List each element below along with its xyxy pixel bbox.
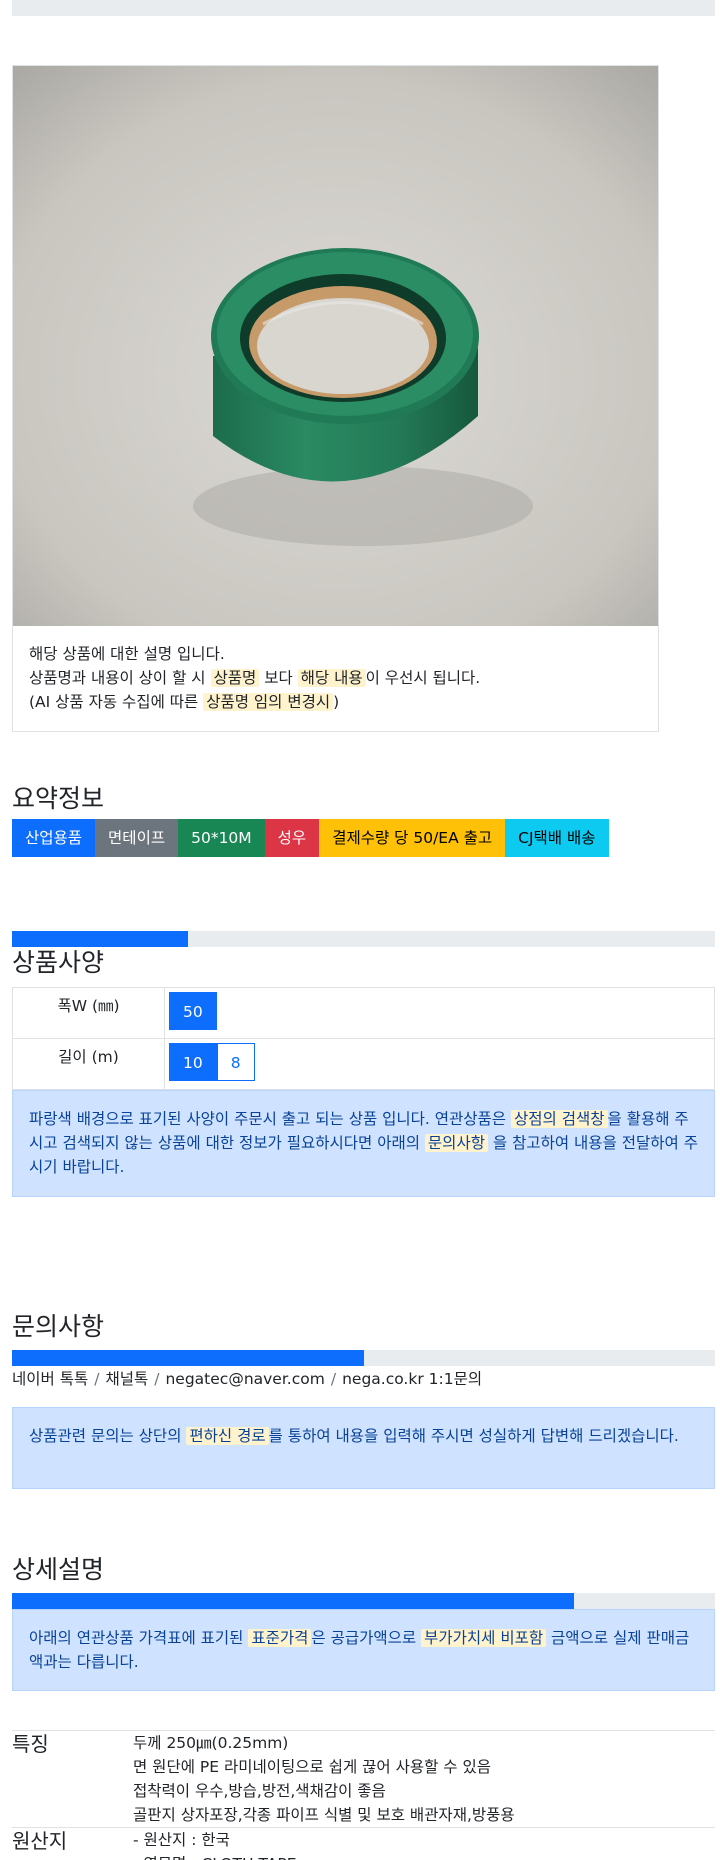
link-channel-talk[interactable]: 채널톡 bbox=[105, 1370, 148, 1388]
feature-row: 특징 두께 250㎛(0.25mm) 면 원단에 PE 라미네이팅으로 쉽게 끊… bbox=[12, 1730, 715, 1828]
link-site-inquiry[interactable]: nega.co.kr 1:1문의 bbox=[342, 1370, 482, 1388]
highlight-store-search: 상점의 검색창 bbox=[511, 1110, 608, 1128]
highlight-vat-excluded: 부가가치세 비포함 bbox=[421, 1629, 547, 1647]
inquiry-progress bbox=[12, 1350, 715, 1366]
highlight-convenient-route: 편하신 경로 bbox=[186, 1427, 269, 1445]
spec-option-width-50[interactable]: 50 bbox=[169, 992, 217, 1030]
inquiry-links: 네이버 톡톡 / 채널톡 / negatec@naver.com / nega.co.kr … bbox=[12, 1370, 483, 1388]
detail-alert: 아래의 연관상품 가격표에 표기된 표준가격 은 공급가액으로 부가가치세 비포함… bbox=[12, 1609, 715, 1691]
notice-line-3: (AI 상품 자동 수집에 따른 상품명 임의 변경시) bbox=[29, 693, 340, 711]
badge-delivery: CJ택배 배송 bbox=[505, 819, 609, 857]
specs-progress bbox=[12, 931, 715, 947]
origin-line-2: - 영문명 : CLOTH TAPE bbox=[133, 1852, 715, 1860]
feature-line-4: 골판지 상자포장,각종 파이프 식별 및 보호 배관자재,방풍용 bbox=[133, 1806, 515, 1824]
summary-badges: 산업용품 면테이프 50*10M 성우 결제수량 당 50/EA 출고 CJ택배… bbox=[12, 819, 609, 857]
specs-title: 상품사양 bbox=[12, 948, 105, 977]
highlight-product-name: 상품명 bbox=[210, 669, 260, 687]
notice-line-2: 상품명과 내용이 상이 할 시 상품명 보다 해당 내용 이 우선시 됩니다. bbox=[29, 669, 481, 687]
inquiry-progress-fill bbox=[12, 1350, 364, 1366]
inquiry-alert: 상품관련 문의는 상단의 편하신 경로 를 통하여 내용을 입력해 주시면 성실하… bbox=[12, 1407, 715, 1489]
link-email[interactable]: negatec@naver.com bbox=[165, 1370, 324, 1388]
top-progress-bar bbox=[12, 0, 715, 16]
badge-brand: 성우 bbox=[264, 819, 320, 857]
spec-label-length: 길이 (m) bbox=[12, 1038, 165, 1090]
feature-values: 두께 250㎛(0.25mm) 면 원단에 PE 라미네이팅으로 쉽게 끊어 사… bbox=[133, 1730, 715, 1828]
link-naver-talktalk[interactable]: 네이버 톡톡 bbox=[12, 1370, 88, 1388]
feature-label: 특징 bbox=[12, 1730, 133, 1828]
origin-values: - 원산지 : 한국 - 영문명 : CLOTH TAPE bbox=[133, 1827, 715, 1860]
highlight-inquiry: 문의사항 bbox=[424, 1134, 488, 1152]
badge-shipping-qty: 결제수량 당 50/EA 출고 bbox=[319, 819, 506, 857]
product-image bbox=[13, 66, 658, 626]
origin-line-1: - 원산지 : 한국 bbox=[133, 1831, 230, 1849]
specs-alert: 파랑색 배경으로 표기된 사양이 주문시 출고 되는 상품 입니다. 연관상품은… bbox=[12, 1090, 715, 1197]
origin-row: 원산지 - 원산지 : 한국 - 영문명 : CLOTH TAPE bbox=[12, 1827, 715, 1860]
spec-row-length: 길이 (m) 10 8 bbox=[12, 1038, 715, 1090]
badge-category: 산업용품 bbox=[12, 819, 96, 857]
summary-title: 요약정보 bbox=[12, 784, 105, 813]
notice-line-1: 해당 상품에 대한 설명 입니다. bbox=[29, 645, 225, 663]
origin-label: 원산지 bbox=[12, 1827, 133, 1860]
spec-option-length-10[interactable]: 10 bbox=[169, 1043, 217, 1081]
feature-line-1: 두께 250㎛(0.25mm) bbox=[133, 1734, 289, 1752]
product-card: 해당 상품에 대한 설명 입니다. 상품명과 내용이 상이 할 시 상품명 보다… bbox=[12, 65, 659, 732]
inquiry-title: 문의사항 bbox=[12, 1312, 105, 1341]
badge-type: 면테이프 bbox=[95, 819, 179, 857]
feature-line-3: 접착력이 우수,방습,방전,색채감이 좋음 bbox=[133, 1782, 386, 1800]
detail-progress-fill bbox=[12, 1593, 575, 1609]
spec-option-length-8[interactable]: 8 bbox=[216, 1043, 255, 1081]
highlight-name-change: 상품명 임의 변경시 bbox=[203, 693, 334, 711]
highlight-content: 해당 내용 bbox=[297, 669, 366, 687]
feature-table: 특징 두께 250㎛(0.25mm) 면 원단에 PE 라미네이팅으로 쉽게 끊… bbox=[12, 1730, 715, 1860]
spec-row-width: 폭W (㎜) 50 bbox=[12, 987, 715, 1039]
detail-progress bbox=[12, 1593, 715, 1609]
highlight-standard-price: 표준가격 bbox=[248, 1629, 312, 1647]
spec-label-width: 폭W (㎜) bbox=[12, 987, 165, 1039]
detail-title: 상세설명 bbox=[12, 1555, 105, 1584]
feature-line-2: 면 원단에 PE 라미네이팅으로 쉽게 끊어 사용할 수 있음 bbox=[133, 1758, 492, 1776]
product-notice: 해당 상품에 대한 설명 입니다. 상품명과 내용이 상이 할 시 상품명 보다… bbox=[29, 642, 649, 714]
spec-table: 폭W (㎜) 50 길이 (m) 10 8 bbox=[12, 987, 715, 1090]
badge-size: 50*10M bbox=[178, 819, 265, 857]
